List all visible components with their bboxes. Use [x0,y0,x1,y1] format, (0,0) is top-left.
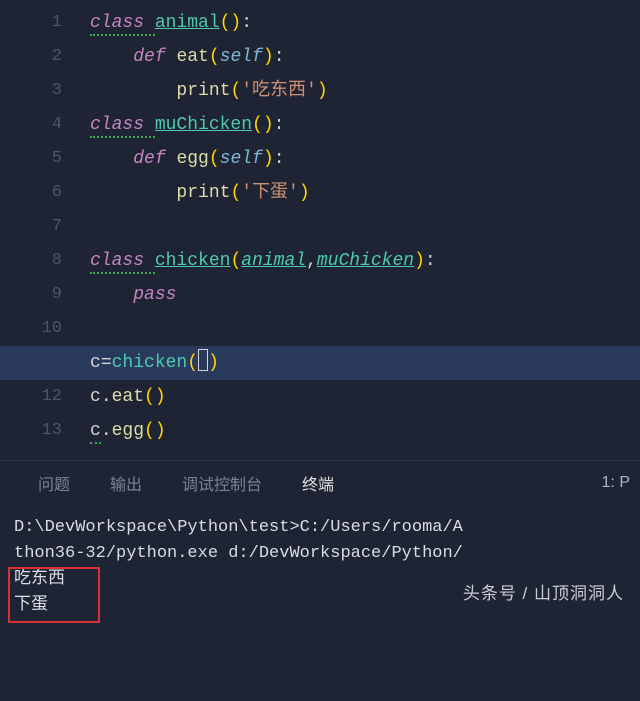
terminal-output[interactable]: D:\DevWorkspace\Python\test>C:/Users/roo… [0,505,640,629]
code-line[interactable]: pass [90,278,640,312]
code-line[interactable]: print('吃东西') [90,74,640,108]
tab-output[interactable]: 输出 [110,471,142,495]
code-editor[interactable]: 1 2 3 4 5 6 7 8 9 10 11 12 13 class anim… [0,0,640,460]
panel-tabs: 问题 输出 调试控制台 终端 1: P [0,461,640,505]
watermark-text: 头条号 / 山顶洞洞人 [463,581,624,607]
line-number: 7 [0,210,62,244]
code-line[interactable]: c.eat() [90,380,640,414]
cursor [198,349,208,371]
code-line[interactable] [90,312,640,346]
line-gutter: 1 2 3 4 5 6 7 8 9 10 11 12 13 [0,0,90,460]
line-number: 8 [0,244,62,278]
line-number: 5 [0,142,62,176]
code-line[interactable]: def egg(self): [90,142,640,176]
line-number: 13 [0,414,62,448]
code-line[interactable]: class muChicken(): [90,108,640,142]
line-number: 4 [0,108,62,142]
line-number: 12 [0,380,62,414]
tab-problems[interactable]: 问题 [38,471,70,495]
line-number: 1 [0,6,62,40]
code-line[interactable]: def eat(self): [90,40,640,74]
line-number: 6 [0,176,62,210]
tab-debug-console[interactable]: 调试控制台 [182,471,262,495]
code-line[interactable]: print('下蛋') [90,176,640,210]
code-line[interactable]: c=chicken() [90,346,640,380]
terminal-line: D:\DevWorkspace\Python\test>C:/Users/roo… [14,515,626,541]
line-number: 10 [0,312,62,346]
bottom-panel: 问题 输出 调试控制台 终端 1: P D:\DevWorkspace\Pyth… [0,460,640,629]
code-area[interactable]: class animal(): def eat(self): print('吃东… [90,0,640,460]
line-number: 9 [0,278,62,312]
terminal-selector[interactable]: 1: P [602,474,640,492]
code-line[interactable]: c.egg() [90,414,640,448]
code-line[interactable]: class chicken(animal,muChicken): [90,244,640,278]
line-number: 3 [0,74,62,108]
tab-terminal[interactable]: 终端 [302,471,334,495]
line-number: 2 [0,40,62,74]
code-line[interactable]: class animal(): [90,6,640,40]
terminal-line: thon36-32/python.exe d:/DevWorkspace/Pyt… [14,541,626,567]
code-line[interactable] [90,210,640,244]
